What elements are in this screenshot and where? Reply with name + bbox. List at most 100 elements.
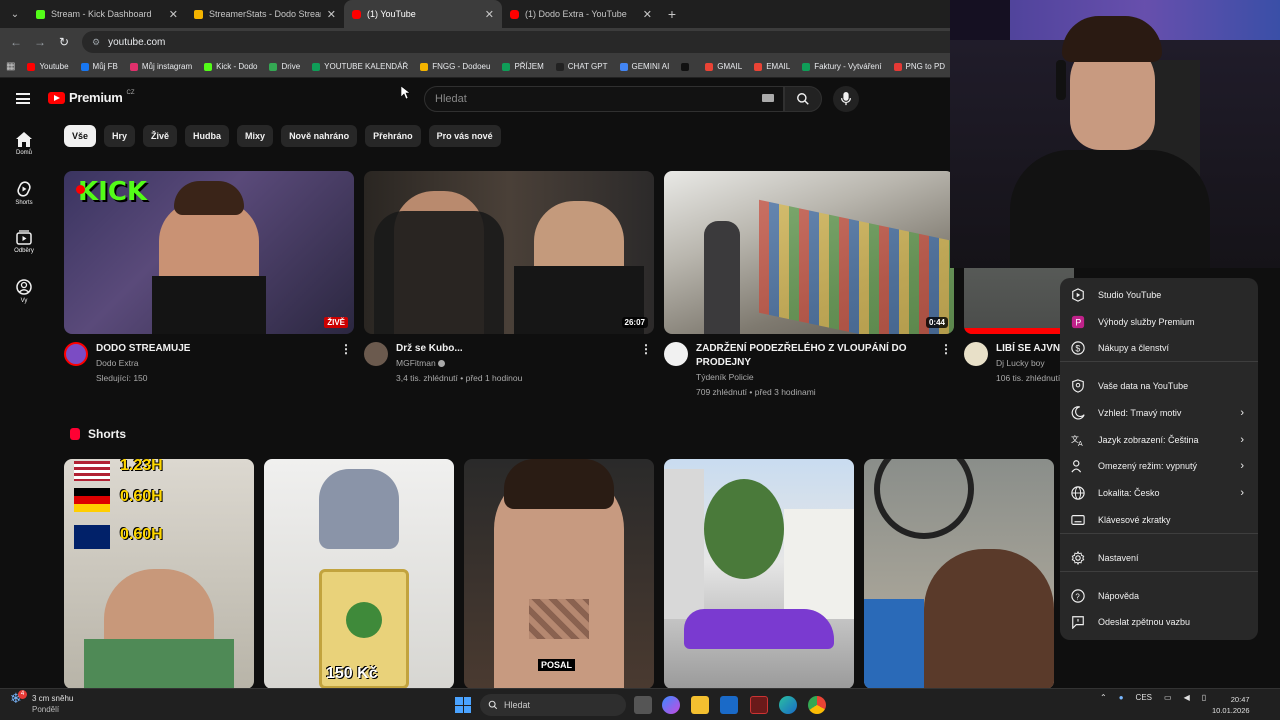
close-icon[interactable]: ✕ (327, 8, 336, 21)
search-input[interactable]: Hledat (424, 86, 784, 112)
menu-item-moon[interactable]: Vzhled: Tmavý motiv › (1060, 400, 1258, 426)
youtube-premium-logo[interactable]: Premium CZ (48, 90, 135, 105)
sidebar-item-shorts[interactable]: Shorts (0, 181, 48, 206)
edge-icon[interactable] (779, 696, 797, 714)
video-thumbnail[interactable]: 0:44 (664, 171, 954, 334)
more-options-icon[interactable]: ⋮ (340, 342, 352, 356)
video-title[interactable]: Drž se Kubo... (396, 342, 654, 356)
channel-avatar[interactable] (664, 342, 688, 366)
chip-recently-uploaded[interactable]: Nově nahráno (281, 125, 358, 147)
chip-watched[interactable]: Přehráno (365, 125, 421, 147)
bookmark-item[interactable]: GEMINI AI (619, 62, 669, 71)
bookmark-item[interactable]: CHAT GPT (555, 62, 608, 71)
chip-music[interactable]: Hudba (185, 125, 230, 147)
chip-mixes[interactable]: Mixy (237, 125, 274, 147)
windows-start-icon[interactable] (455, 697, 471, 713)
video-thumbnail[interactable]: KICK ŽIVĚ (64, 171, 354, 334)
input-language[interactable]: CES (1136, 693, 1152, 702)
channel-name[interactable]: Dodo Extra (96, 356, 354, 371)
video-card[interactable]: 26:07 Drž se Kubo... MGFitman 3,4 tis. z… (364, 171, 654, 386)
menu-icon[interactable] (16, 93, 30, 104)
apps-grid-icon[interactable]: ▦ (6, 61, 15, 72)
short-card[interactable]: 1.23H 0.60H 0.60H (64, 459, 254, 689)
chip-live[interactable]: Živě (143, 125, 178, 147)
volume-icon[interactable]: ◀ (1184, 693, 1190, 702)
video-thumbnail[interactable]: 26:07 (364, 171, 654, 334)
short-card[interactable] (664, 459, 854, 689)
menu-item-shield[interactable]: Vaše data na YouTube (1060, 373, 1258, 399)
bookmark-item[interactable]: YOUTUBE KALENDÁŘ (312, 62, 408, 71)
menu-item-globe[interactable]: Lokalita: Česko › (1060, 480, 1258, 506)
chip-new-to-you[interactable]: Pro vás nové (428, 125, 501, 147)
menu-item-person-lock[interactable]: Omezený režim: vypnutý › (1060, 453, 1258, 479)
chrome-icon[interactable] (808, 696, 826, 714)
back-arrow-icon[interactable]: ← (4, 35, 28, 49)
tab-kick-dashboard[interactable]: Stream - Kick Dashboard ✕ (28, 0, 186, 28)
bookmark-item[interactable]: FNGG - Dodoeu (420, 62, 490, 71)
new-tab-button[interactable]: + (660, 6, 684, 22)
file-explorer-icon[interactable] (691, 696, 709, 714)
channel-avatar[interactable] (364, 342, 388, 366)
microphone-icon[interactable]: ● (1119, 693, 1124, 702)
copilot-icon[interactable] (662, 696, 680, 714)
url-field[interactable]: ⚙ youtube.com (82, 31, 982, 53)
bookmark-item[interactable] (681, 62, 693, 71)
more-options-icon[interactable]: ⋮ (940, 342, 952, 356)
tab-dodo-extra[interactable]: (1) Dodo Extra - YouTube ✕ (502, 0, 660, 28)
bookmark-item[interactable]: PŘÍJEM (502, 62, 544, 71)
chip-all[interactable]: Vše (64, 125, 97, 147)
short-card[interactable] (864, 459, 1054, 689)
sidebar-item-home[interactable]: Domů (0, 132, 48, 156)
weather-widget[interactable]: ❄ 4 3 cm sněhu Pondělí (10, 690, 73, 715)
channel-name[interactable]: Týdeník Policie (696, 370, 954, 385)
forward-arrow-icon[interactable]: → (28, 35, 52, 49)
clock[interactable]: 20:47 10.01.2026 (1212, 694, 1250, 716)
task-view-icon[interactable] (634, 696, 652, 714)
bookmark-item[interactable]: Youtube (27, 62, 69, 71)
channel-name[interactable]: MGFitman (396, 356, 654, 371)
video-title[interactable]: ZADRŽENÍ PODEZŘELÉHO Z VLOUPÁNÍ DO PRODE… (696, 342, 954, 370)
network-icon[interactable]: ▭ (1164, 693, 1172, 702)
video-card[interactable]: KICK ŽIVĚ DODO STREAMUJE Dodo Extra Sled… (64, 171, 354, 386)
menu-item-feedback[interactable]: Odeslat zpětnou vazbu (1060, 609, 1258, 635)
bookmark-item[interactable]: Faktury - Vytváření (802, 62, 882, 71)
bookmark-item[interactable]: Kick - Dodo (204, 62, 257, 71)
menu-item-dollar[interactable]: $ Nákupy a členství (1060, 335, 1258, 361)
more-options-icon[interactable]: ⋮ (640, 342, 652, 356)
chip-games[interactable]: Hry (104, 125, 136, 147)
sidebar-item-subscriptions[interactable]: Odběry (0, 230, 48, 254)
chevron-up-icon[interactable]: ⌃ (1100, 693, 1107, 702)
outlook-icon[interactable] (720, 696, 738, 714)
channel-avatar[interactable] (964, 342, 988, 366)
battery-icon[interactable]: ▯ (1202, 693, 1206, 702)
channel-avatar[interactable] (64, 342, 88, 366)
bookmark-item[interactable]: Můj instagram (129, 62, 192, 71)
menu-item-premium[interactable]: P Výhody služby Premium (1060, 309, 1258, 335)
video-card[interactable]: 0:44 ZADRŽENÍ PODEZŘELÉHO Z VLOUPÁNÍ DO … (664, 171, 954, 400)
bookmark-item[interactable]: Můj FB (80, 62, 118, 71)
bookmark-item[interactable]: Drive (269, 62, 300, 71)
menu-item-keyboard[interactable]: Klávesové zkratky (1060, 507, 1258, 533)
bookmark-item[interactable]: PNG to PD (893, 62, 945, 71)
voice-search-button[interactable] (833, 86, 859, 112)
taskbar-search-input[interactable]: Hledat (480, 694, 626, 716)
sidebar-item-you[interactable]: Vy (0, 279, 48, 304)
bookmark-item[interactable]: EMAIL (754, 62, 790, 71)
keyboard-icon[interactable] (762, 94, 774, 102)
search-button[interactable] (784, 86, 822, 112)
video-title[interactable]: DODO STREAMUJE (96, 342, 354, 356)
reload-icon[interactable]: ↻ (52, 35, 76, 49)
site-info-icon[interactable]: ⚙ (92, 37, 100, 48)
close-icon[interactable]: ✕ (169, 8, 178, 21)
menu-item-studio[interactable]: Studio YouTube (1060, 282, 1258, 308)
obs-icon[interactable] (750, 696, 768, 714)
bookmark-item[interactable]: GMAIL (705, 62, 742, 71)
tab-streamerstats[interactable]: StreamerStats - Dodo Stream B ✕ (186, 0, 344, 28)
short-card[interactable]: POSAL (464, 459, 654, 689)
tab-youtube[interactable]: (1) YouTube ✕ (344, 0, 502, 28)
menu-item-help[interactable]: ? Nápověda (1060, 583, 1258, 609)
close-icon[interactable]: ✕ (643, 8, 652, 21)
menu-item-translate[interactable]: 文 A Jazyk zobrazení: Čeština › (1060, 427, 1258, 453)
short-card[interactable]: 150 Kč (264, 459, 454, 689)
menu-item-gear[interactable]: Nastavení (1060, 545, 1258, 571)
